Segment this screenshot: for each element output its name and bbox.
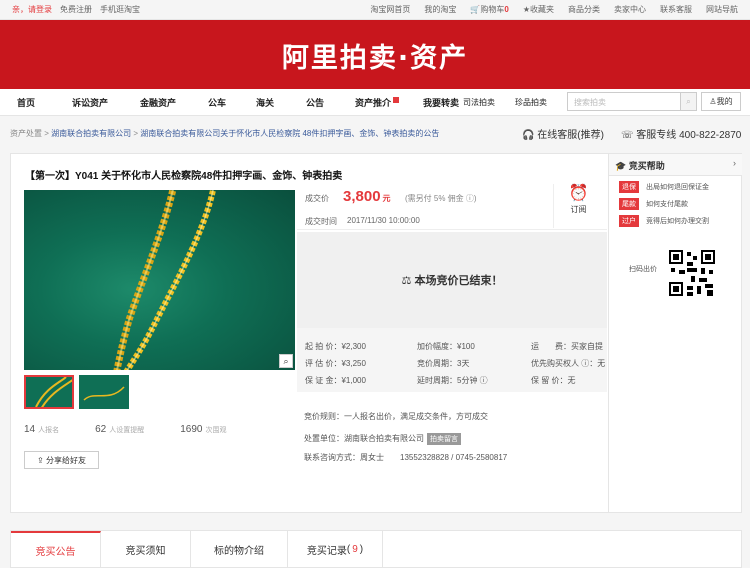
signup-count: 14 人报名 bbox=[24, 424, 60, 435]
start-price: 起 拍 价：¥2,300 bbox=[305, 342, 366, 351]
nav-announcements[interactable]: 公告 bbox=[306, 96, 324, 109]
tab-item-intro[interactable]: 标的物介绍 bbox=[191, 531, 288, 567]
mobile-link[interactable]: 手机逛淘宝 bbox=[100, 4, 140, 15]
taobao-home-link[interactable]: 淘宝网首页 bbox=[370, 4, 410, 15]
nav-litigation-assets[interactable]: 诉讼资产 bbox=[72, 96, 108, 109]
auction-ended-panel: ⚖ 本场竞价已结束！ bbox=[297, 232, 607, 328]
scan-bid-label: 扫码出价 bbox=[629, 266, 657, 273]
tab-bidding-notice[interactable]: 竞买须知 bbox=[101, 531, 191, 567]
nav-vehicles[interactable]: 公车 bbox=[208, 96, 226, 109]
disposal-unit-link[interactable]: 湖南联合拍卖有限公司 bbox=[344, 434, 424, 443]
disposal-unit: 处置单位：湖南联合拍卖有限公司 拍卖留言 bbox=[304, 433, 461, 445]
share-icon: ⇪ bbox=[37, 455, 44, 465]
phone-icon: ☏ bbox=[621, 130, 634, 141]
message-tag[interactable]: 拍卖留言 bbox=[427, 433, 461, 445]
auction-info-grid: 起 拍 价：¥2,300 加价幅度：¥100 运 费：买家自提 评 估 价：¥3… bbox=[297, 328, 607, 392]
reminder-count: 62 人设置提醒 bbox=[95, 424, 145, 435]
user-icon: ♙ bbox=[709, 97, 717, 106]
clock-icon: ⏰ bbox=[568, 185, 589, 202]
main-nav: 首页 诉讼资产 金融资产 公车 海关 公告 资产推介 我要转卖 司法拍卖 珍品拍… bbox=[0, 89, 750, 116]
deal-time: 2017/11/30 10:00:00 bbox=[347, 216, 420, 225]
nav-asset-promotion[interactable]: 资产推介 bbox=[355, 96, 400, 109]
contact-info: 联系咨询方式：周女士 13552328828 / 0745-2580817 bbox=[304, 453, 508, 462]
online-service-link[interactable]: 🎧 在线客服(推荐) bbox=[522, 126, 604, 141]
cap-icon: 🎓 bbox=[615, 161, 627, 171]
breadcrumb-company[interactable]: 湖南联合拍卖有限公司 bbox=[51, 129, 131, 138]
nav-customs[interactable]: 海关 bbox=[256, 96, 274, 109]
bid-record-count: 9 bbox=[352, 543, 358, 555]
reserve-price: 保 留 价：无 bbox=[531, 376, 576, 385]
auction-ended-message: ⚖ 本场竞价已结束！ bbox=[401, 275, 503, 287]
search-input[interactable]: 搜索拍卖 bbox=[568, 93, 680, 110]
brand-banner: 阿里拍卖·资产 bbox=[0, 20, 750, 89]
seller-center-link[interactable]: 卖家中心 bbox=[614, 4, 646, 15]
my-account-button[interactable]: ♙ 我的 bbox=[701, 92, 741, 111]
deal-time-label: 成交时间 bbox=[305, 217, 337, 226]
auction-stats: 14 人报名 62 人设置提醒 1690 次围观 bbox=[24, 424, 227, 435]
search-button[interactable]: ⌕ bbox=[680, 93, 696, 110]
register-link[interactable]: 免费注册 bbox=[60, 4, 92, 15]
view-count: 1690 次围观 bbox=[180, 424, 227, 435]
thumbnail-2[interactable] bbox=[79, 375, 129, 409]
bid-rule: 竞价规则：一人报名出价，满足成交条件，方可成交 bbox=[304, 412, 488, 421]
help-item-refund[interactable]: 退保 出局如何退回保证金 bbox=[619, 181, 736, 193]
search-icon: ⌕ bbox=[686, 96, 691, 106]
headset-icon: 🎧 bbox=[522, 130, 535, 141]
nav-judicial-auction[interactable]: 司法拍卖 bbox=[463, 97, 495, 108]
chain-thumb-image bbox=[83, 386, 125, 401]
help-item-balance[interactable]: 尾款 如何支付尾款 bbox=[619, 198, 736, 210]
commission-note: (需另付 5% 佣金 ⓘ) bbox=[405, 194, 477, 203]
cart-count: 0 bbox=[504, 5, 509, 14]
auction-detail-panel: 【第一次】Y041 关于怀化市人民检察院48件扣押字画、金饰、钟表拍卖 ⌕ 14… bbox=[10, 153, 742, 513]
share-button[interactable]: ⇪ 分享给好友 bbox=[24, 451, 99, 469]
chevron-right-icon: › bbox=[733, 158, 736, 168]
delay-period: 延时周期：5分钟 ⓘ bbox=[417, 376, 488, 385]
tab-bid-records[interactable]: 竞买记录(9) bbox=[288, 531, 383, 567]
search-box: 搜索拍卖 ⌕ bbox=[567, 92, 697, 111]
nav-resale[interactable]: 我要转卖 bbox=[423, 96, 459, 109]
deal-price-label: 成交价 bbox=[305, 194, 329, 203]
bidding-help-panel: 🎓 竞买帮助 › 退保 出局如何退回保证金 尾款 如何支付尾款 过户 竞得后如何办理交割… bbox=[608, 154, 742, 512]
categories-link[interactable]: 商品分类 bbox=[568, 4, 600, 15]
cart-link[interactable]: 🛒购物车0 bbox=[470, 4, 508, 15]
nav-financial-assets[interactable]: 金融资产 bbox=[140, 96, 176, 109]
bid-period: 竞价周期：3天 bbox=[417, 359, 470, 368]
zoom-icon[interactable]: ⌕ bbox=[279, 354, 293, 368]
gavel-icon: ⚖ bbox=[401, 275, 412, 287]
my-taobao-link[interactable]: 我的淘宝 bbox=[424, 4, 456, 15]
new-badge bbox=[393, 97, 400, 103]
site-topbar: 亲，请登录 免费注册 手机逛淘宝 淘宝网首页 我的淘宝 🛒购物车0 ★收藏夹 商… bbox=[0, 0, 750, 20]
help-item-transfer[interactable]: 过户 竞得后如何办理交割 bbox=[619, 215, 736, 227]
bid-increment: 加价幅度：¥100 bbox=[417, 342, 475, 351]
breadcrumb-current[interactable]: 湖南联合拍卖有限公司关于怀化市人民检察院 48件扣押字画、金饰、钟表拍卖的公告 bbox=[140, 129, 439, 138]
thumbnail-1[interactable] bbox=[24, 375, 74, 409]
hotline: ☏ 客服专线 400-822-2870 bbox=[621, 130, 742, 141]
deal-price: 3,800 元 bbox=[343, 188, 391, 205]
appraisal-price: 评 估 价：¥3,250 bbox=[305, 359, 366, 368]
nav-home[interactable]: 首页 bbox=[17, 96, 35, 109]
favorites-link[interactable]: ★收藏夹 bbox=[523, 4, 554, 15]
site-logo[interactable]: 阿里拍卖·资产 bbox=[0, 36, 750, 75]
detail-tabs: 竞买公告 竞买须知 标的物介绍 竞买记录(9) bbox=[10, 530, 742, 568]
gold-chain-image bbox=[113, 190, 217, 370]
priority-buyer: 优先购买权人 ⓘ：无 bbox=[531, 359, 606, 368]
deposit: 保 证 金：¥1,000 bbox=[305, 376, 366, 385]
chain-thumb-image bbox=[35, 377, 72, 407]
item-main-image[interactable]: ⌕ bbox=[24, 190, 295, 370]
breadcrumb: 资产处置 > 湖南联合拍卖有限公司 > 湖南联合拍卖有限公司关于怀化市人民检察院… bbox=[10, 129, 440, 138]
tab-announcement[interactable]: 竞买公告 bbox=[11, 531, 101, 567]
page-title: 【第一次】Y041 关于怀化市人民检察院48件扣押字画、金饰、钟表拍卖 bbox=[25, 171, 343, 182]
help-header[interactable]: 🎓 竞买帮助 › bbox=[609, 154, 742, 176]
login-link[interactable]: 亲，请登录 bbox=[12, 4, 52, 15]
breadcrumb-bar: 资产处置 > 湖南联合拍卖有限公司 > 湖南联合拍卖有限公司关于怀化市人民检察院… bbox=[0, 116, 750, 151]
breadcrumb-root[interactable]: 资产处置 bbox=[10, 129, 42, 138]
subscribe-button[interactable]: ⏰ 订阅 bbox=[553, 184, 603, 228]
cart-icon: 🛒 bbox=[470, 5, 481, 14]
site-nav-link[interactable]: 网站导航 bbox=[706, 4, 738, 15]
nav-treasure-auction[interactable]: 珍品拍卖 bbox=[515, 97, 547, 108]
shipping: 运 费：买家自提 bbox=[531, 342, 603, 351]
qr-code-icon bbox=[669, 250, 715, 296]
contact-service-link[interactable]: 联系客服 bbox=[660, 4, 692, 15]
star-icon: ★ bbox=[522, 5, 530, 14]
